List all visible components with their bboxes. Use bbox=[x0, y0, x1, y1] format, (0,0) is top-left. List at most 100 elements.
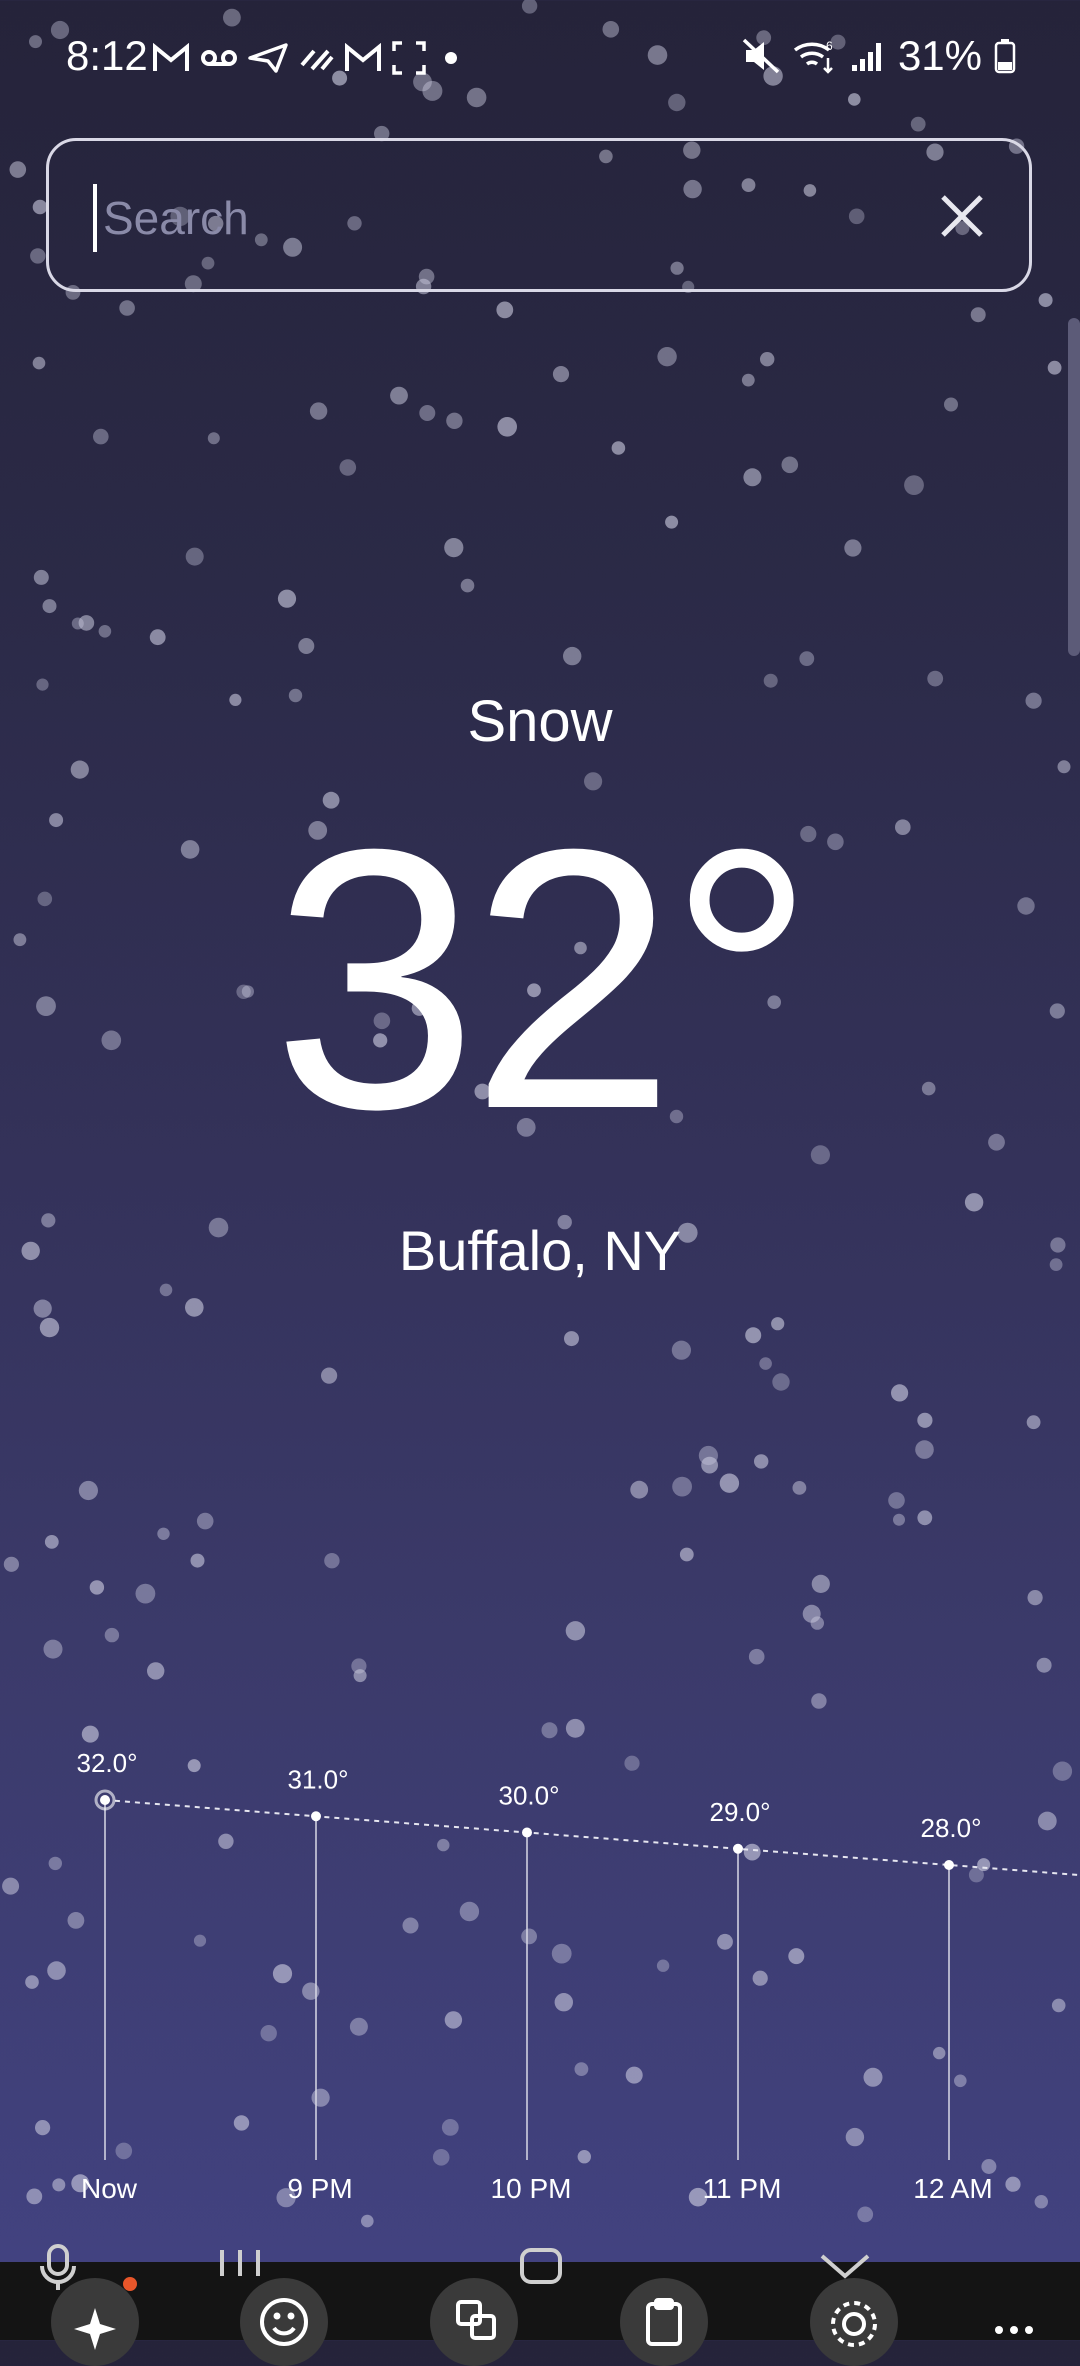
hour-tick-label: 9 PM bbox=[287, 2173, 352, 2204]
data-saver-icon bbox=[300, 49, 334, 71]
more-icon[interactable] bbox=[995, 2326, 1033, 2334]
status-time: 8:12 bbox=[66, 32, 148, 79]
system-status: 6 31% bbox=[742, 32, 1016, 80]
snowflake bbox=[810, 1616, 824, 1630]
snowflake bbox=[781, 456, 799, 474]
snowflake bbox=[811, 1574, 830, 1593]
snowflake bbox=[159, 1283, 173, 1297]
snowflake bbox=[277, 589, 297, 608]
snowflake bbox=[298, 638, 315, 654]
mute-icon bbox=[742, 38, 780, 74]
snowflake bbox=[1026, 1415, 1041, 1430]
snowflake bbox=[944, 397, 958, 412]
current-temperature: 32° bbox=[272, 773, 816, 1186]
snowflake bbox=[89, 1580, 105, 1595]
snowflake bbox=[799, 651, 815, 666]
snowflake bbox=[419, 405, 436, 421]
battery-icon bbox=[994, 39, 1016, 74]
mic-icon[interactable] bbox=[40, 2244, 76, 2290]
snowflake bbox=[1038, 293, 1053, 308]
snowflake bbox=[844, 539, 862, 557]
snowflake bbox=[927, 670, 944, 687]
snowflake bbox=[351, 1658, 367, 1674]
snowflake bbox=[1027, 1590, 1043, 1606]
status-bar: 8:12 6 31% bbox=[0, 0, 1080, 120]
temperature-data-label: 29.0° bbox=[709, 1797, 770, 1827]
send-icon bbox=[248, 43, 288, 73]
snowflake bbox=[657, 347, 677, 367]
snowflake bbox=[207, 432, 220, 445]
snowflake bbox=[763, 673, 778, 688]
home-icon[interactable] bbox=[520, 2248, 562, 2284]
svg-text:6: 6 bbox=[826, 39, 833, 53]
recents-icon[interactable] bbox=[220, 2250, 260, 2276]
scrollbar[interactable] bbox=[1068, 318, 1080, 656]
snowflake bbox=[563, 646, 582, 666]
snowflake bbox=[792, 1481, 807, 1495]
snowflake bbox=[564, 1331, 579, 1347]
notification-dot bbox=[123, 2277, 137, 2291]
snowflake bbox=[71, 617, 84, 630]
data-point bbox=[311, 1811, 321, 1822]
snowflake bbox=[611, 441, 626, 455]
snowflake bbox=[185, 547, 204, 566]
temperature-data-label: 32.0° bbox=[76, 1748, 137, 1778]
search-box[interactable] bbox=[46, 138, 1032, 292]
snowflake bbox=[98, 625, 112, 638]
snowflake bbox=[460, 578, 475, 593]
snowflake bbox=[149, 629, 166, 646]
snowflake bbox=[78, 1480, 98, 1501]
snowflake bbox=[93, 428, 109, 445]
snowflake bbox=[497, 417, 517, 437]
snowflake bbox=[147, 1662, 165, 1680]
snowflake bbox=[321, 1367, 338, 1384]
text-cursor bbox=[93, 184, 97, 252]
snowflake bbox=[811, 1693, 827, 1709]
snowflake bbox=[1047, 360, 1062, 375]
snowflake bbox=[190, 1553, 205, 1568]
snowflake bbox=[893, 1513, 905, 1526]
snowflake bbox=[760, 352, 775, 367]
data-point bbox=[522, 1827, 532, 1838]
collapse-icon[interactable] bbox=[820, 2254, 870, 2279]
snowflake bbox=[78, 615, 95, 631]
hour-tick-label: 11 PM bbox=[703, 2173, 782, 2204]
snowflake bbox=[552, 366, 570, 383]
snowflake bbox=[70, 760, 89, 779]
snowflake bbox=[119, 300, 135, 316]
snowflake bbox=[1036, 1657, 1052, 1673]
snowflake bbox=[565, 1621, 586, 1641]
snowflake bbox=[353, 1669, 367, 1683]
snowflake bbox=[42, 599, 57, 614]
snowflake bbox=[196, 1512, 214, 1530]
snowflake bbox=[888, 1492, 905, 1509]
hourly-forecast-chart: 32.0° Now 31.0° 9 PM 30.0° 10 PM 29.0° 11 PM 28.… bbox=[76, 1748, 1080, 2204]
snowflake bbox=[970, 307, 986, 323]
dot-icon bbox=[445, 52, 457, 64]
location-name: Buffalo, NY bbox=[398, 1219, 682, 1282]
wifi-6-icon: 6 bbox=[793, 39, 833, 74]
snowflake bbox=[9, 161, 27, 178]
snowflake bbox=[339, 459, 357, 476]
temperature-data-label: 30.0° bbox=[498, 1781, 559, 1811]
snowflake bbox=[39, 1317, 60, 1338]
search-input[interactable] bbox=[101, 171, 925, 265]
snowflake bbox=[771, 1317, 785, 1331]
temperature-data-label: 28.0° bbox=[920, 1813, 981, 1843]
screenshot-icon bbox=[392, 41, 426, 75]
hour-tick-label: Now bbox=[81, 2173, 138, 2204]
hour-tick-label: 12 AM bbox=[913, 2173, 992, 2204]
snowflake bbox=[671, 1340, 692, 1360]
snowflake bbox=[679, 1547, 694, 1562]
snowflake bbox=[104, 1627, 120, 1643]
data-point bbox=[944, 1860, 954, 1870]
keyboard-icons bbox=[40, 2244, 1033, 2350]
snowflake bbox=[964, 1193, 984, 1212]
snowflake bbox=[446, 412, 463, 429]
gmail-icon bbox=[345, 43, 381, 71]
data-point bbox=[733, 1843, 743, 1854]
temperature-data-label: 31.0° bbox=[287, 1764, 348, 1794]
snowflake bbox=[444, 538, 464, 558]
snowflake bbox=[759, 1357, 772, 1370]
close-icon[interactable] bbox=[933, 187, 991, 245]
